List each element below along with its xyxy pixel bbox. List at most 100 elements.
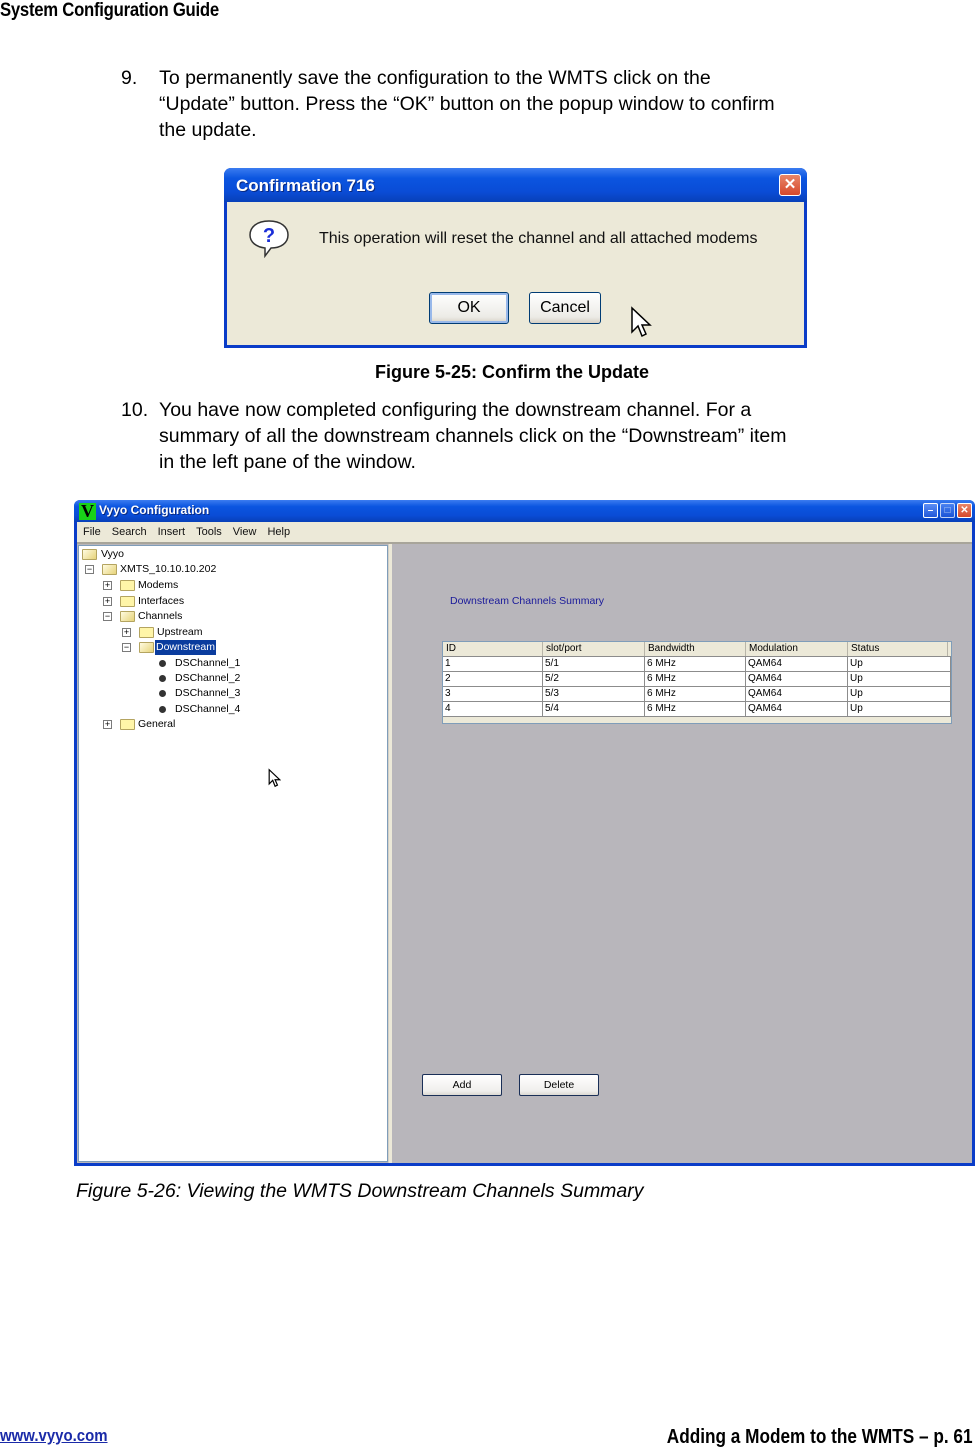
folder-icon (139, 627, 154, 638)
confirmation-dialog: Confirmation 716 ✕ ? This operation will… (224, 168, 807, 348)
mouse-pointer-icon (268, 768, 281, 788)
table-row[interactable]: 4 5/4 6 MHz QAM64 Up (443, 701, 951, 717)
cell-slot-port: 5/2 (543, 672, 645, 686)
cell-slot-port: 5/1 (543, 657, 645, 671)
folder-icon (120, 596, 135, 607)
column-header-id[interactable]: ID (443, 642, 543, 656)
tree-item-label: XMTS_10.10.10.202 (120, 563, 217, 575)
folder-open-icon (102, 564, 117, 575)
collapse-icon[interactable]: − (103, 612, 112, 621)
folder-icon (120, 580, 135, 591)
channel-bullet-icon (159, 675, 166, 682)
tree-item-label: DSChannel_4 (175, 703, 241, 715)
add-button[interactable]: Add (422, 1074, 502, 1096)
tree-item-label: Vyyo (101, 548, 124, 560)
summary-pane: Downstream Channels Summary ID slot/port… (392, 544, 972, 1163)
tree-item-label: Interfaces (138, 595, 185, 607)
cell-status: Up (848, 702, 951, 716)
cell-id: 3 (443, 687, 543, 701)
tree-item-label: Channels (138, 610, 183, 622)
menu-tools[interactable]: Tools (196, 526, 222, 538)
collapse-icon[interactable]: − (122, 643, 131, 652)
dialog-body: ? This operation will reset the channel … (227, 202, 804, 345)
cell-id: 4 (443, 702, 543, 716)
ok-button[interactable]: OK (429, 292, 509, 324)
cell-modulation: QAM64 (746, 657, 848, 671)
step-10: 10. You have now completed configuring t… (121, 397, 921, 477)
document-header: System Configuration Guide (0, 0, 219, 21)
menu-view[interactable]: View (233, 526, 257, 538)
folder-open-icon (120, 611, 135, 622)
figure-caption: Figure 5-26: Viewing the WMTS Downstream… (76, 1180, 644, 1202)
folder-open-icon (139, 642, 154, 653)
step-number: 9. (121, 67, 138, 89)
step-line: You have now completed configuring the d… (159, 399, 752, 421)
cell-id: 1 (443, 657, 543, 671)
step-line: “Update” button. Press the “OK” button o… (159, 93, 775, 115)
expand-icon[interactable]: + (103, 581, 112, 590)
website-link[interactable]: www.vyyo.com (0, 1426, 108, 1446)
delete-button[interactable]: Delete (519, 1074, 599, 1096)
collapse-icon[interactable]: − (85, 565, 94, 574)
cell-bandwidth: 6 MHz (645, 657, 746, 671)
cell-slot-port: 5/3 (543, 687, 645, 701)
table-row[interactable]: 1 5/1 6 MHz QAM64 Up (443, 656, 951, 671)
dialog-message: This operation will reset the channel an… (319, 230, 758, 247)
tree-item-label: DSChannel_1 (175, 657, 241, 669)
cancel-button[interactable]: Cancel (529, 292, 601, 324)
tree-item-label: General (138, 718, 176, 730)
expand-icon[interactable]: + (103, 720, 112, 729)
table-row[interactable]: 2 5/2 6 MHz QAM64 Up (443, 671, 951, 686)
column-header-slot-port[interactable]: slot/port (543, 642, 645, 656)
channel-bullet-icon (159, 706, 166, 713)
step-number: 10. (121, 399, 149, 421)
folder-icon (120, 719, 135, 730)
menu-help[interactable]: Help (267, 526, 290, 538)
cell-status: Up (848, 687, 951, 701)
cell-modulation: QAM64 (746, 672, 848, 686)
tree-item-label: Modems (138, 579, 179, 591)
maximize-icon[interactable]: □ (940, 503, 955, 518)
folder-open-icon (82, 549, 97, 560)
cell-bandwidth: 6 MHz (645, 672, 746, 686)
cell-status: Up (848, 657, 951, 671)
page-footer: Adding a Modem to the WMTS – p. 61 (667, 1426, 973, 1448)
window-titlebar[interactable]: V Vyyo Configuration – □ ✕ (74, 500, 975, 522)
column-header-modulation[interactable]: Modulation (746, 642, 848, 656)
cell-modulation: QAM64 (746, 702, 848, 716)
table-row[interactable]: 3 5/3 6 MHz QAM64 Up (443, 686, 951, 701)
expand-icon[interactable]: + (122, 628, 131, 637)
close-icon[interactable]: ✕ (779, 174, 801, 196)
step-line: the update. (159, 119, 257, 141)
tree-item-label: DSChannel_2 (175, 672, 241, 684)
menu-search[interactable]: Search (112, 526, 147, 538)
dialog-title: Confirmation 716 (236, 176, 375, 195)
window-title: Vyyo Configuration (99, 503, 210, 517)
dialog-titlebar[interactable]: Confirmation 716 ✕ (224, 168, 807, 202)
channel-bullet-icon (159, 690, 166, 697)
svg-text:?: ? (263, 225, 275, 247)
mouse-pointer-icon (631, 306, 652, 338)
menu-file[interactable]: File (83, 526, 101, 538)
expand-icon[interactable]: + (103, 597, 112, 606)
step-9: 9. To permanently save the configuration… (121, 65, 921, 145)
question-icon: ? (249, 220, 289, 258)
menu-insert[interactable]: Insert (158, 526, 186, 538)
vyyo-logo-icon: V (79, 501, 96, 521)
cell-status: Up (848, 672, 951, 686)
table-header: ID slot/port Bandwidth Modulation Status (443, 642, 951, 656)
cell-modulation: QAM64 (746, 687, 848, 701)
tree-item-label: DSChannel_3 (175, 687, 241, 699)
cell-bandwidth: 6 MHz (645, 702, 746, 716)
step-line: in the left pane of the window. (159, 451, 416, 473)
close-icon[interactable]: ✕ (957, 503, 972, 518)
column-header-status[interactable]: Status (848, 642, 948, 656)
minimize-icon[interactable]: – (923, 503, 938, 518)
vyyo-configuration-window: V Vyyo Configuration – □ ✕ File Search I… (74, 500, 975, 1166)
menu-bar: File Search Insert Tools View Help (77, 522, 972, 542)
column-header-bandwidth[interactable]: Bandwidth (645, 642, 746, 656)
step-line: summary of all the downstream channels c… (159, 425, 787, 447)
cell-slot-port: 5/4 (543, 702, 645, 716)
window-content: Vyyo − XMTS_10.10.10.202 + Modems + Inte… (77, 542, 972, 1163)
tree-item-label: Downstream (155, 640, 216, 655)
